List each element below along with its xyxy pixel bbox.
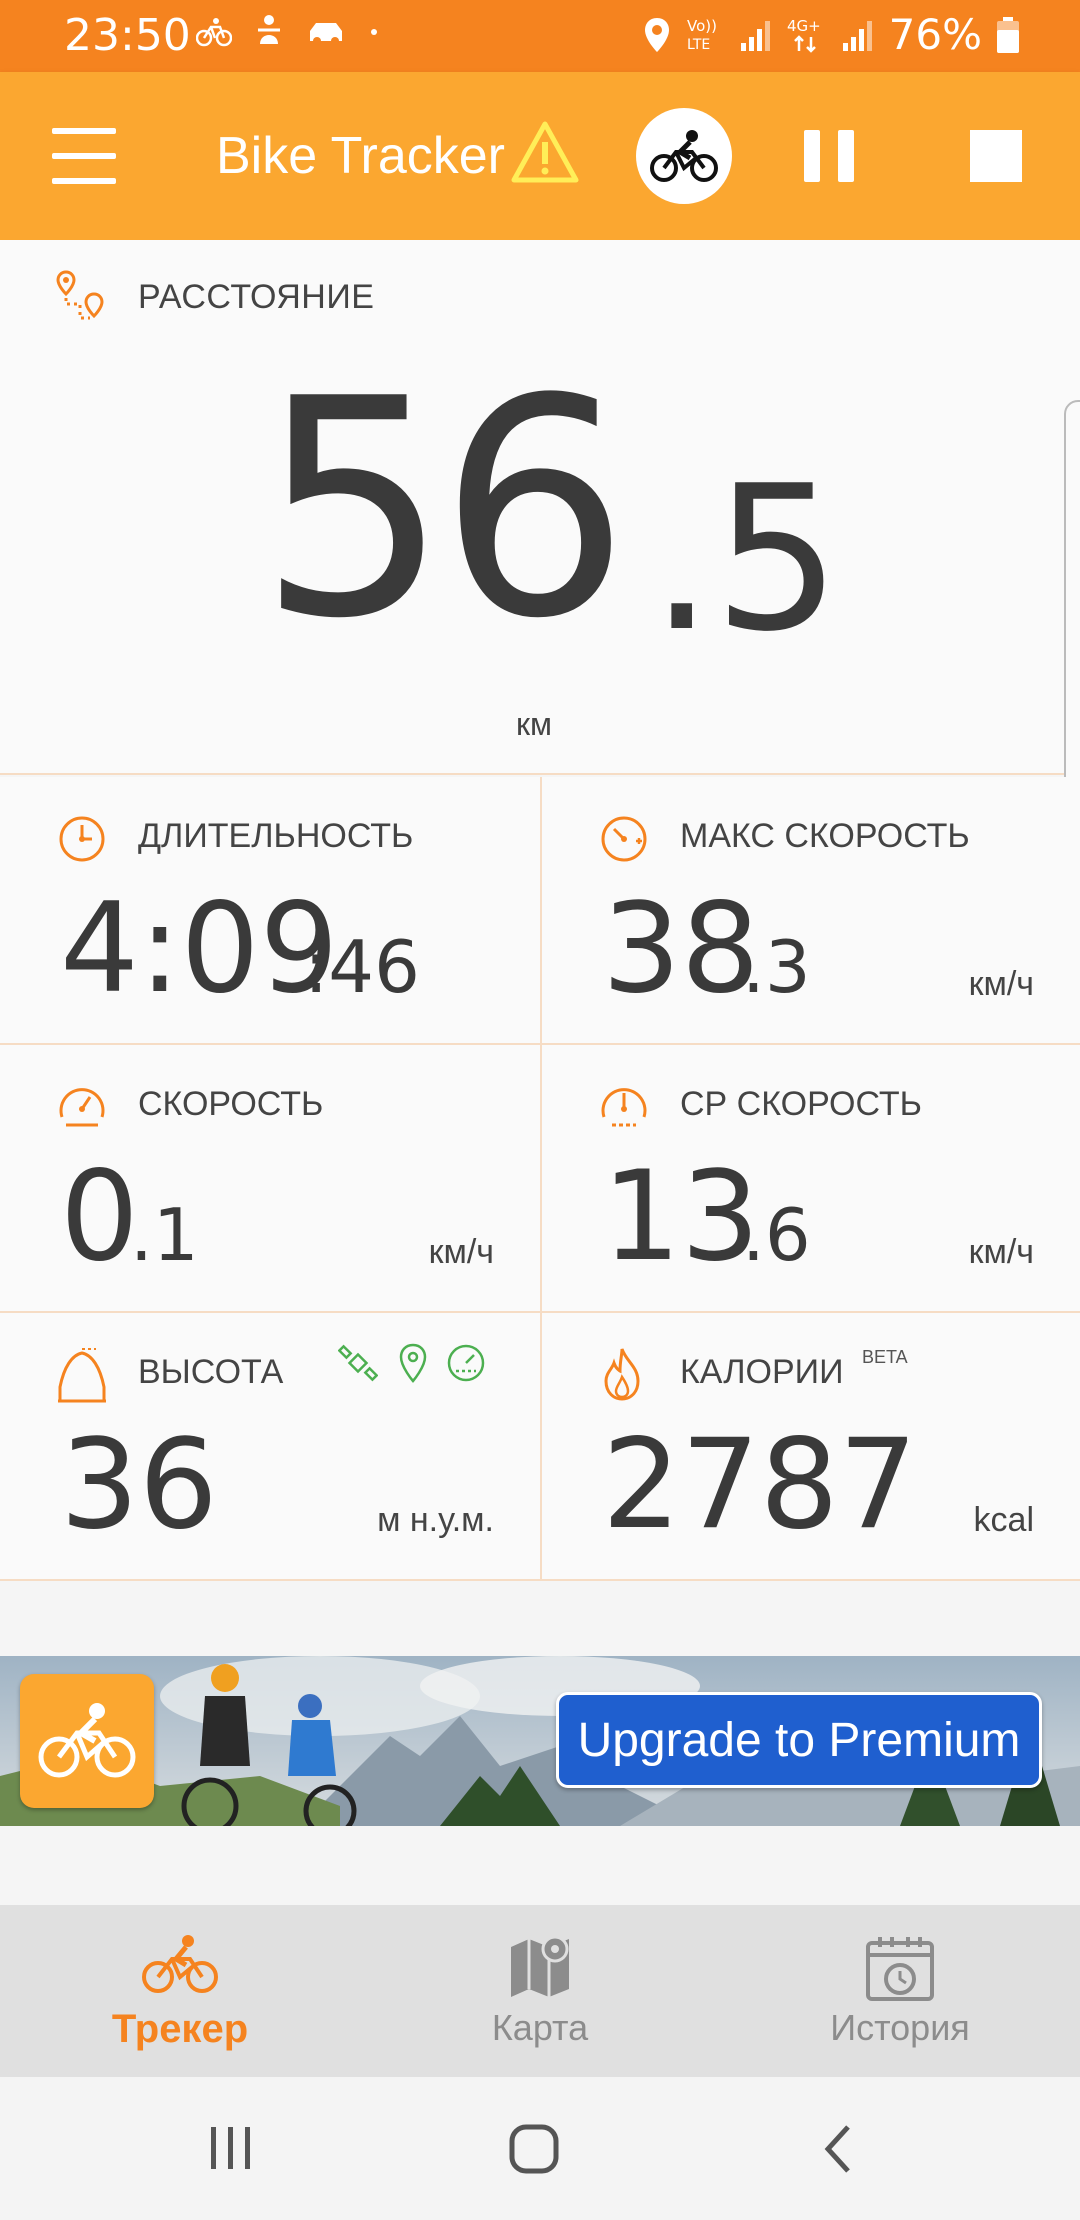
duration-value-main: 4:09: [60, 877, 339, 1021]
pause-button[interactable]: [804, 130, 854, 182]
gps-satellite-icon: [338, 1344, 378, 1382]
max-speed-value-main: 38: [602, 877, 760, 1021]
cyclist-icon: [650, 130, 718, 182]
signal-icon-2: [842, 20, 872, 51]
distance-card: РАССТОЯНИЕ 56 .5 км: [0, 240, 1080, 820]
speed-value-main: 0: [60, 1145, 139, 1289]
status-time: 23:50: [64, 10, 191, 61]
max-speed-unit: км/ч: [968, 965, 1034, 1003]
status-bar: 23:50 Vo)) LTE 4G+ 76%: [0, 0, 1080, 72]
network-4g-icon: 4G+: [787, 17, 821, 53]
barometer-icon: [447, 1344, 485, 1382]
speed-value-frac: .1: [130, 1193, 199, 1277]
calories-cell[interactable]: КАЛОРИИ BETA 2787 kcal: [540, 1313, 1080, 1581]
distance-unit: км: [516, 706, 552, 742]
duration-cell[interactable]: ДЛИТЕЛЬНОСТЬ 4:09 :46: [0, 777, 540, 1045]
nav-label-tracker: Трекер: [111, 2007, 249, 2051]
speedometer-avg-icon: [601, 1088, 647, 1127]
cyclist-icon: [38, 1703, 136, 1778]
clock-icon: [59, 816, 105, 862]
avg-speed-value-main: 13: [602, 1145, 760, 1289]
nav-tab-map[interactable]: Карта: [360, 1905, 720, 2077]
back-icon[interactable]: [820, 2123, 856, 2175]
stop-button[interactable]: [970, 130, 1022, 182]
gps-location-icon: [399, 1343, 427, 1383]
distance-value-frac: .5: [650, 443, 841, 676]
signal-icon-1: [740, 20, 770, 51]
duration-value-seconds: :46: [304, 925, 420, 1009]
calories-label: КАЛОРИИ: [680, 1353, 844, 1391]
cyclist-icon: [142, 1935, 218, 1993]
avg-speed-value-frac: .6: [742, 1193, 811, 1277]
flame-icon: [604, 1348, 640, 1401]
avg-speed-label: СР СКОРОСТЬ: [680, 1085, 922, 1123]
distance-label: РАССТОЯНИЕ: [138, 278, 375, 316]
altitude-label: ВЫСОТА: [138, 1353, 284, 1391]
app-bar: Bike Tracker: [0, 72, 1080, 240]
svg-text:4G+: 4G+: [787, 17, 821, 35]
volte-icon: Vo)) LTE: [687, 17, 717, 53]
car-notification-icon: [310, 23, 342, 45]
location-icon: [644, 17, 669, 52]
home-icon[interactable]: [508, 2123, 560, 2175]
tracker-content: РАССТОЯНИЕ 56 .5 км ДЛИТЕЛЬНОСТЬ 4:09 :4…: [0, 240, 1080, 1905]
speedometer-max-icon: [601, 816, 647, 862]
svg-text:Vo)): Vo)): [687, 17, 717, 35]
max-speed-cell[interactable]: МАКС СКОРОСТЬ 38 .3 км/ч: [540, 777, 1080, 1045]
status-notification-icons: [196, 14, 380, 50]
speed-cell[interactable]: СКОРОСТЬ 0 .1 км/ч: [0, 1045, 540, 1313]
calories-unit: kcal: [973, 1501, 1034, 1539]
bottom-navigation: Трекер Карта История: [0, 1905, 1080, 2077]
warning-triangle-icon[interactable]: [510, 120, 580, 184]
nav-label-map: Карта: [491, 2007, 589, 2048]
recent-apps-icon[interactable]: [206, 2123, 256, 2173]
battery-icon: [997, 16, 1019, 53]
svg-text:LTE: LTE: [687, 37, 710, 53]
avg-speed-cell[interactable]: СР СКОРОСТЬ 13 .6 км/ч: [540, 1045, 1080, 1313]
route-icon: [56, 270, 104, 320]
status-right-icons: Vo)) LTE 4G+ 76%: [643, 10, 1020, 59]
accessibility-notification-icon: [258, 15, 280, 44]
nav-label-history: История: [830, 2007, 970, 2048]
premium-ad-banner[interactable]: Upgrade to Premium: [0, 1656, 1080, 1826]
side-panel-handle[interactable]: [1064, 400, 1080, 820]
menu-icon[interactable]: [52, 128, 116, 184]
calories-value: 2787: [602, 1413, 918, 1557]
nav-tab-history[interactable]: История: [720, 1905, 1080, 2077]
speedometer-icon: [59, 1088, 105, 1127]
nav-tab-tracker[interactable]: Трекер: [0, 1905, 360, 2077]
dot-icon: [371, 29, 377, 35]
app-logo-icon: [20, 1674, 154, 1808]
speed-unit: км/ч: [428, 1233, 494, 1271]
duration-label: ДЛИТЕЛЬНОСТЬ: [138, 817, 414, 855]
altitude-unit: м н.у.м.: [377, 1501, 494, 1539]
altitude-cell[interactable]: ВЫСОТА 36 м н.у.м.: [0, 1313, 540, 1581]
avg-speed-unit: км/ч: [968, 1233, 1034, 1271]
system-navigation-bar: [0, 2077, 1080, 2220]
activity-type-button[interactable]: [636, 108, 732, 204]
map-icon: [511, 1935, 569, 1997]
battery-percent: 76%: [888, 10, 982, 59]
beta-badge: BETA: [862, 1347, 908, 1367]
speed-label: СКОРОСТЬ: [138, 1085, 324, 1123]
calendar-history-icon: [866, 1937, 934, 2001]
altitude-value: 36: [60, 1413, 218, 1557]
upgrade-premium-button[interactable]: Upgrade to Premium: [556, 1692, 1042, 1788]
bike-notification-icon: [196, 18, 232, 47]
max-speed-value-frac: .3: [742, 925, 811, 1009]
altitude-icon: [58, 1348, 106, 1403]
max-speed-label: МАКС СКОРОСТЬ: [680, 817, 970, 855]
app-title: Bike Tracker: [216, 127, 505, 185]
distance-value-int: 56: [258, 335, 630, 684]
